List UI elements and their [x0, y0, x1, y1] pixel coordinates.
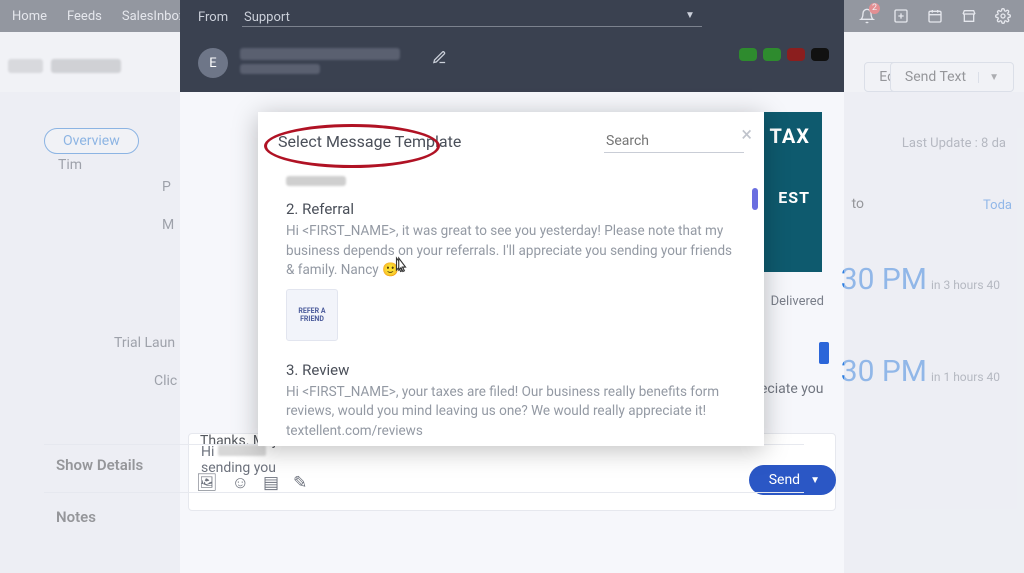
time-indicator	[819, 342, 829, 364]
template-title: 2. Referral	[286, 200, 736, 218]
template-thumbnail: REFER A FRIEND	[286, 289, 338, 341]
modal-body[interactable]: 2. Referral Hi <FIRST_NAME>, it was grea…	[258, 172, 764, 446]
dim-overlay-left	[0, 0, 180, 573]
send-button-label: Send	[769, 472, 800, 488]
template-icon[interactable]: ▤	[263, 473, 279, 493]
chevron-down-icon[interactable]: ▼	[810, 475, 820, 486]
template-item-review[interactable]: 3. Review Hi <FIRST_NAME>, your taxes ar…	[286, 361, 736, 446]
from-underline	[242, 26, 702, 27]
template-item-referral[interactable]: 2. Referral Hi <FIRST_NAME>, it was grea…	[286, 200, 736, 341]
compose-toolbar: 🖼 ☺ ▤ ✎	[196, 473, 307, 493]
image-icon[interactable]: 🖼	[196, 473, 218, 493]
from-value[interactable]: Support	[244, 10, 290, 25]
from-label: From	[198, 10, 238, 25]
template-body: Hi <FIRST_NAME>, it was great to see you…	[286, 222, 736, 281]
compose-tail: eciate you	[760, 381, 823, 397]
delivered-label: Delivered	[771, 294, 824, 309]
message-header: From Support ▼ E	[180, 0, 844, 92]
contact-name-redacted	[240, 48, 400, 60]
template-title: 3. Review	[286, 361, 736, 379]
template-redacted	[286, 176, 346, 186]
emoji-icon[interactable]: ☺	[232, 473, 249, 493]
pencil-icon[interactable]: ✎	[293, 473, 307, 493]
pencil-icon[interactable]	[432, 50, 447, 69]
modal-title: Select Message Template	[278, 132, 461, 151]
template-modal: × Select Message Template 2. Referral Hi…	[258, 112, 764, 446]
chevron-down-icon[interactable]: ▼	[685, 10, 695, 21]
search-input[interactable]	[604, 130, 744, 153]
avatar: E	[198, 48, 228, 78]
template-body: Hi <FIRST_NAME>, your taxes are filed! O…	[286, 383, 736, 442]
dim-overlay-right	[844, 0, 1024, 573]
status-indicators	[739, 48, 829, 61]
close-icon[interactable]: ×	[741, 122, 752, 146]
contact-sub-redacted	[240, 64, 320, 74]
send-button[interactable]: Send ▼	[749, 465, 836, 495]
